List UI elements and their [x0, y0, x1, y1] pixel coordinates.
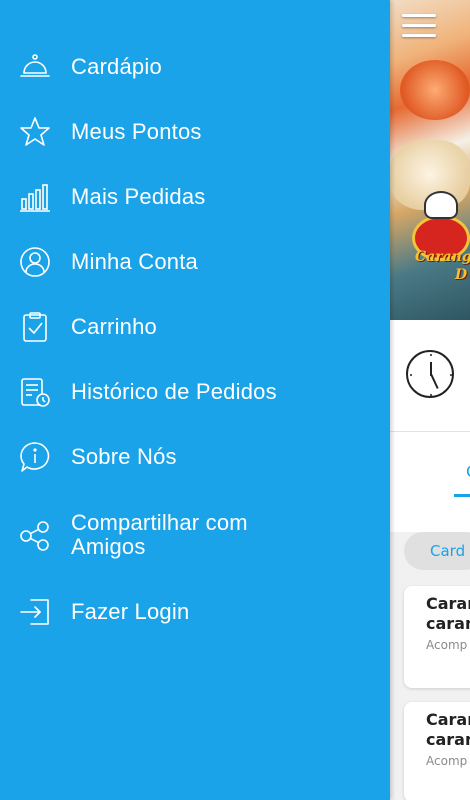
menu-item-label: Fazer Login — [71, 599, 190, 624]
clock-icon — [406, 350, 454, 398]
menu-item-label: Carrinho — [71, 314, 157, 339]
product-card[interactable]: Caran caran Acomp — [404, 702, 470, 800]
menu-item-label: Minha Conta — [71, 249, 198, 274]
restaurant-brand-text: Carang D — [415, 248, 470, 284]
menu-item-label-line-1: Compartilhar com — [71, 510, 248, 535]
tab-category[interactable]: C — [466, 462, 470, 481]
hero-banner: Carang D — [390, 0, 470, 320]
menu-item-mais-pedidas[interactable]: Mais Pedidas — [0, 180, 390, 214]
opening-hours-strip — [390, 320, 470, 432]
menu-item-cardapio[interactable]: Cardápio — [0, 50, 390, 84]
login-icon — [19, 596, 51, 628]
hamburger-menu-button[interactable] — [402, 14, 436, 40]
info-bubble-icon — [19, 441, 51, 473]
menu-item-label: Meus Pontos — [71, 119, 202, 144]
category-chip[interactable]: Card — [404, 532, 470, 570]
category-chip-label: Card — [430, 542, 466, 560]
share-icon — [19, 520, 51, 552]
menu-item-fazer-login[interactable]: Fazer Login — [0, 595, 390, 629]
user-circle-icon — [19, 246, 51, 278]
menu-item-sobre-nos[interactable]: Sobre Nós — [0, 440, 390, 474]
chef-hat-icon — [424, 191, 458, 219]
crab-photo-detail — [400, 60, 470, 120]
tab-active-indicator — [454, 494, 470, 497]
menu-item-carrinho[interactable]: Carrinho — [0, 310, 390, 344]
product-subtitle: Acomp — [426, 638, 468, 652]
menu-item-label: Sobre Nós — [71, 444, 177, 469]
menu-item-meus-pontos[interactable]: Meus Pontos — [0, 115, 390, 149]
clipboard-check-icon — [19, 311, 51, 343]
menu-item-label: Histórico de Pedidos — [71, 379, 277, 404]
product-title-line-2: caran — [426, 730, 470, 749]
brand-line-2: D — [455, 267, 468, 283]
order-history-icon — [19, 376, 51, 408]
star-icon — [19, 116, 51, 148]
menu-item-label: Mais Pedidas — [71, 184, 206, 209]
menu-item-minha-conta[interactable]: Minha Conta — [0, 245, 390, 279]
product-title-line-1: Caran — [426, 710, 470, 729]
product-card[interactable]: Caran caran Acomp — [404, 586, 470, 688]
bar-chart-icon — [19, 181, 51, 213]
product-title-line-2: caran — [426, 614, 470, 633]
menu-item-historico-de-pedidos[interactable]: Histórico de Pedidos — [0, 375, 390, 409]
product-subtitle: Acomp — [426, 754, 468, 768]
product-title-line-1: Caran — [426, 594, 470, 613]
menu-item-label-line-2: Amigos — [71, 534, 146, 559]
navigation-drawer: Cardápio Meus Pontos Mais Pedidas Minha … — [0, 0, 390, 800]
brand-line-1: Carang — [415, 249, 470, 265]
category-tabs: C — [390, 432, 470, 532]
menu-item-label: Cardápio — [71, 54, 162, 79]
cloche-icon — [19, 51, 51, 83]
menu-item-compartilhar[interactable]: Compartilhar com Amigos — [0, 510, 390, 562]
